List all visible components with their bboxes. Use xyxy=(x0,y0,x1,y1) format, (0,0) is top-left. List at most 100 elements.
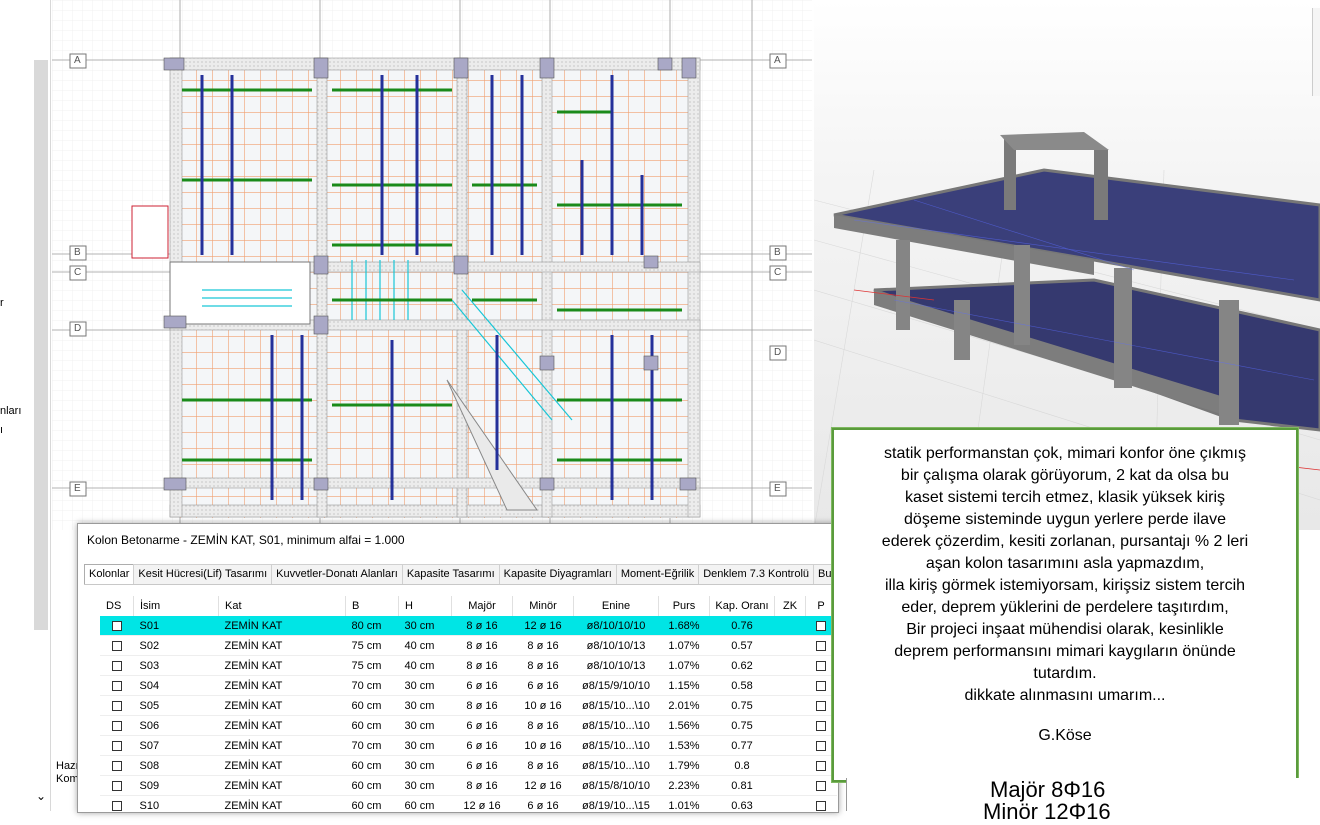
table-row[interactable]: S01 ZEMİN KAT 80 cm 30 cm 8 ø 16 12 ø 16 ø8/10… xyxy=(100,616,837,636)
cell-purs: 1.07% xyxy=(658,635,710,656)
ds-checkbox[interactable] xyxy=(100,755,134,776)
cell-purs: 1.53% xyxy=(658,735,710,756)
column-header[interactable]: Kat xyxy=(218,596,346,616)
chevron-down-icon[interactable]: ⌄ xyxy=(36,789,46,803)
axis-label: C xyxy=(74,267,82,278)
cell-h: 30 cm xyxy=(398,735,452,756)
cell-b: 75 cm xyxy=(345,635,399,656)
column-header[interactable]: B xyxy=(345,596,399,616)
table-row[interactable]: S03 ZEMİN KAT 75 cm 40 cm 8 ø 16 8 ø 16 ø8/10/… xyxy=(100,655,837,676)
cell-zk xyxy=(774,635,806,656)
cell-transverse: ø8/15/10...\10 xyxy=(573,755,659,776)
ds-checkbox[interactable] xyxy=(100,655,134,676)
checkbox[interactable] xyxy=(816,780,826,791)
cell-purs: 1.79% xyxy=(658,755,710,776)
column-header[interactable]: Majör xyxy=(451,596,513,616)
ds-checkbox[interactable] xyxy=(100,695,134,716)
tab-forces[interactable]: Kuvvetler-Donatı Alanları xyxy=(271,564,403,584)
ds-checkbox[interactable] xyxy=(100,675,134,696)
ds-checkbox[interactable] xyxy=(100,635,134,656)
table-row[interactable]: S08 ZEMİN KAT 60 cm 30 cm 6 ø 16 8 ø 16 ø8/15/… xyxy=(100,755,837,776)
table-row[interactable]: S06 ZEMİN KAT 60 cm 30 cm 6 ø 16 8 ø 16 ø8/15/… xyxy=(100,715,837,736)
checkbox[interactable] xyxy=(111,680,122,691)
ds-checkbox[interactable] xyxy=(100,616,134,636)
tab-moment-curvature[interactable]: Moment-Eğrilik xyxy=(615,564,700,584)
table-row[interactable]: S07 ZEMİN KAT 70 cm 30 cm 6 ø 16 10 ø 16 ø8/15… xyxy=(100,735,837,756)
column-header[interactable]: Minör xyxy=(512,596,574,616)
cell-major: 8 ø 16 xyxy=(451,775,513,796)
cell-floor: ZEMİN KAT xyxy=(218,795,346,816)
column-header[interactable]: Kap. Oranı xyxy=(709,596,775,616)
ds-checkbox[interactable] xyxy=(100,795,134,816)
checkbox[interactable] xyxy=(816,660,826,671)
checkbox[interactable] xyxy=(111,800,122,811)
p-checkbox[interactable] xyxy=(805,795,837,816)
axis-label: B xyxy=(774,247,781,258)
tab-bar: Kolonlar Kesit Hücresi(Lif) Tasarımı Kuvve… xyxy=(84,562,838,585)
checkbox[interactable] xyxy=(111,780,122,791)
table-row[interactable]: S10 ZEMİN KAT 60 cm 60 cm 12 ø 16 6 ø 16 ø8/19… xyxy=(100,795,837,816)
tab-capacity-design[interactable]: Kapasite Tasarımı xyxy=(401,564,500,584)
column-header[interactable]: ZK xyxy=(774,596,806,616)
checkbox[interactable] xyxy=(111,640,122,651)
tab-equation-check[interactable]: Denklem 7.3 Kontrolü xyxy=(698,564,815,584)
checkbox[interactable] xyxy=(816,700,826,711)
checkbox[interactable] xyxy=(111,740,122,751)
cell-transverse: ø8/15/10...\10 xyxy=(573,695,659,716)
checkbox[interactable] xyxy=(111,700,122,711)
checkbox[interactable] xyxy=(816,760,826,771)
tab-capacity-diagrams[interactable]: Kapasite Diyagramları xyxy=(498,564,617,584)
cell-transverse: ø8/15/10...\10 xyxy=(573,735,659,756)
cell-name: S05 xyxy=(133,695,219,716)
columns-table: DS İsim Kat B H Majör Minör Enine Purs K… xyxy=(100,596,840,816)
column-header[interactable]: DS xyxy=(100,596,134,616)
cell-purs: 2.01% xyxy=(658,695,710,716)
cell-name: S10 xyxy=(133,795,219,816)
table-row[interactable]: S02 ZEMİN KAT 75 cm 40 cm 8 ø 16 8 ø 16 ø8/10/… xyxy=(100,635,837,656)
tab-columns[interactable]: Kolonlar xyxy=(84,564,135,584)
axis-label: A xyxy=(74,55,81,66)
cell-zk xyxy=(774,735,806,756)
column-header[interactable]: İsim xyxy=(133,596,219,616)
column-header[interactable]: Purs xyxy=(658,596,710,616)
toolbar-strip[interactable] xyxy=(1312,8,1320,96)
tab-fiber-section[interactable]: Kesit Hücresi(Lif) Tasarımı xyxy=(133,564,273,584)
checkbox[interactable] xyxy=(111,720,122,731)
cell-minor: 12 ø 16 xyxy=(512,775,574,796)
cell-major: 8 ø 16 xyxy=(451,695,513,716)
table-row[interactable]: S05 ZEMİN KAT 60 cm 30 cm 8 ø 16 10 ø 16 ø8/15… xyxy=(100,695,837,716)
cell-zk xyxy=(774,775,806,796)
table-row[interactable]: S09 ZEMİN KAT 60 cm 30 cm 8 ø 16 12 ø 16 ø8/15… xyxy=(100,775,837,796)
cell-transverse: ø8/15/8/10/10 xyxy=(573,775,659,796)
checkbox[interactable] xyxy=(816,680,826,691)
cell-floor: ZEMİN KAT xyxy=(218,695,346,716)
cell-b: 60 cm xyxy=(345,755,399,776)
left-panel-text: r xyxy=(0,297,4,309)
checkbox[interactable] xyxy=(111,660,122,671)
ds-checkbox[interactable] xyxy=(100,735,134,756)
ds-checkbox[interactable] xyxy=(100,775,134,796)
cell-b: 70 cm xyxy=(345,735,399,756)
cell-name: S01 xyxy=(133,616,219,636)
cell-h: 60 cm xyxy=(398,795,452,816)
checkbox[interactable] xyxy=(111,620,122,631)
cell-capacity-ratio: 0.8 xyxy=(709,755,775,776)
checkbox[interactable] xyxy=(816,720,826,731)
left-panel-scrollbar[interactable] xyxy=(34,60,48,630)
checkbox[interactable] xyxy=(816,800,826,811)
cell-major: 8 ø 16 xyxy=(451,616,513,636)
column-header[interactable]: Enine xyxy=(573,596,659,616)
floor-plan-view[interactable]: A B C D E A B C D E xyxy=(52,0,812,530)
cell-name: S08 xyxy=(133,755,219,776)
cell-major: 6 ø 16 xyxy=(451,675,513,696)
table-row[interactable]: S04 ZEMİN KAT 70 cm 30 cm 6 ø 16 6 ø 16 ø8/15/… xyxy=(100,675,837,696)
cell-capacity-ratio: 0.75 xyxy=(709,695,775,716)
checkbox[interactable] xyxy=(816,640,826,651)
ds-checkbox[interactable] xyxy=(100,715,134,736)
cell-name: S06 xyxy=(133,715,219,736)
cell-zk xyxy=(774,655,806,676)
column-header[interactable]: H xyxy=(398,596,452,616)
checkbox[interactable] xyxy=(816,740,826,751)
checkbox[interactable] xyxy=(111,760,122,771)
checkbox[interactable] xyxy=(816,620,826,631)
